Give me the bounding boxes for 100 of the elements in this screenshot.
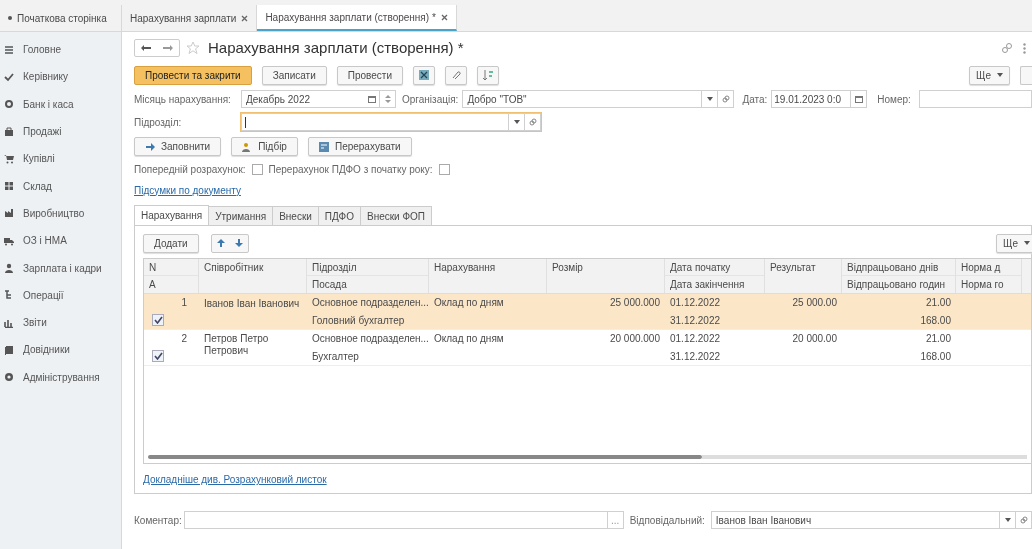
comment-field[interactable] xyxy=(183,511,608,529)
number-field[interactable] xyxy=(918,90,1032,108)
action-button[interactable]: Заповнити xyxy=(134,137,222,156)
caret-icon xyxy=(997,73,1003,77)
sidebar-item[interactable]: Головне xyxy=(0,36,121,64)
checkbox-label: Перерахунок ПДФО з початку року: xyxy=(268,163,433,177)
dot-icon xyxy=(8,16,12,20)
table-cell-text: 20 000.000 xyxy=(609,332,660,346)
date-field[interactable]: 19.01.2023 0:0 xyxy=(771,90,852,108)
up-arrow-icon xyxy=(216,239,225,247)
checkbox-label: Попередній розрахунок: xyxy=(134,163,246,177)
add-button[interactable]: Додати xyxy=(143,233,199,253)
tab[interactable]: Внески ФОП xyxy=(359,206,433,226)
column-header: A xyxy=(148,278,157,292)
column-header: Розмір xyxy=(551,261,584,275)
grid-icon xyxy=(4,181,14,192)
people-icon xyxy=(242,141,253,152)
table-cell-text: Петров Петро Петрович xyxy=(204,332,270,357)
star-icon xyxy=(186,41,200,55)
forward-arrow-icon xyxy=(163,45,173,51)
sidebar-item[interactable]: Довідники xyxy=(0,336,121,364)
tree-icon xyxy=(4,290,14,301)
totals-link[interactable]: Підсумки по документу xyxy=(134,182,241,198)
sidebar-item[interactable]: Купівлі xyxy=(0,145,121,173)
table-cell-text: 25 000.00 xyxy=(792,296,837,310)
table-cell-text: 1 xyxy=(181,296,187,310)
calendar-button[interactable] xyxy=(851,90,868,108)
table-cell-text: Бухгалтер xyxy=(312,350,359,364)
close-icon xyxy=(241,14,249,22)
sidebar-item[interactable]: Керівнику xyxy=(0,63,121,91)
table-cell-text: 20 000.00 xyxy=(792,332,837,346)
organization-field[interactable]: Добро "ТОВ" xyxy=(462,90,703,108)
field-label: Організація: xyxy=(402,92,459,107)
column-header: Нарахування xyxy=(433,261,497,275)
column-header: Результат xyxy=(769,261,817,275)
table-cell-text: 168.00 xyxy=(920,314,951,328)
tab[interactable]: Утримання xyxy=(208,206,274,226)
factory-icon xyxy=(4,208,14,219)
cart-icon xyxy=(4,153,14,164)
checkbox[interactable] xyxy=(152,314,164,326)
sidebar-item[interactable]: Зарплата і кадри xyxy=(0,254,121,282)
department-field[interactable] xyxy=(241,113,541,131)
table-cell-text: 31.12.2022 xyxy=(670,314,721,328)
table-cell-text: 168.00 xyxy=(920,350,951,364)
checkbox[interactable] xyxy=(251,164,263,175)
toolbar-button[interactable]: Провести xyxy=(336,65,404,85)
sidebar-item[interactable]: Операції xyxy=(0,281,121,309)
toolbar-icon-button[interactable] xyxy=(413,65,436,85)
table-cell-text: 01.12.2022 xyxy=(670,296,721,310)
spin-button[interactable] xyxy=(380,90,396,108)
close-icon xyxy=(440,13,448,21)
tab[interactable]: Нарахування зарплати (створення) * xyxy=(257,5,457,31)
tab[interactable]: Внески xyxy=(272,206,319,226)
column-header: Відпрацьовано годин xyxy=(846,278,947,292)
sidebar-item[interactable]: Продажі xyxy=(0,117,121,146)
column-header: Норма го xyxy=(960,278,1005,292)
table-cell-text: Головний бухгалтер xyxy=(312,314,405,328)
table-cell-text: 25 000.000 xyxy=(609,296,660,310)
check-icon xyxy=(4,71,14,82)
caret-icon xyxy=(1004,518,1011,522)
bar-chart-icon xyxy=(4,317,14,328)
column-header: Підрозділ xyxy=(307,259,428,276)
details-link[interactable]: Докладніше див. Розрахунковий листок xyxy=(143,474,327,485)
table-cell-text: Оклад по дням xyxy=(434,296,504,310)
responsible-field[interactable]: Іванов Іван Іванович xyxy=(710,511,1001,529)
more-vertical-icon xyxy=(1023,42,1026,54)
scrollbar[interactable] xyxy=(148,453,1027,461)
table-cell-text: 21.00 xyxy=(925,296,951,310)
person-icon xyxy=(4,263,14,273)
table-icon xyxy=(418,69,431,81)
dropdown-button[interactable] xyxy=(1000,511,1017,529)
sort-icon xyxy=(482,69,495,81)
sidebar-item[interactable]: Звіти xyxy=(0,308,121,337)
spin-icon xyxy=(384,95,391,103)
column-header: N xyxy=(144,259,198,276)
table-row[interactable]: 1 Іванов Іван Іванович Основное подразделен... Головний бухгалтер Оклад по дням 25 000.000 01.12.2022 31.12.2022 25 000.00 21.00 168.00 xyxy=(144,294,1031,330)
column-header: Відпрацьовано днів xyxy=(842,259,955,276)
dropdown-button[interactable] xyxy=(702,90,719,108)
column-header: Дата закінчення xyxy=(669,278,746,292)
sidebar-item[interactable]: ОЗ і НМА xyxy=(0,227,121,255)
menu-icon xyxy=(4,44,14,55)
checkbox[interactable] xyxy=(438,164,450,175)
more-button[interactable]: Ще xyxy=(996,233,1032,253)
sidebar-item[interactable]: Склад xyxy=(0,172,121,200)
post-and-close-button[interactable]: Провести та закрити xyxy=(134,65,252,85)
sidebar-item[interactable]: Виробництво xyxy=(0,199,121,228)
more-button[interactable]: Ще xyxy=(969,65,1010,85)
tab[interactable]: ПДФО xyxy=(317,206,361,226)
paperclip-icon xyxy=(450,69,463,81)
toolbar-button[interactable] xyxy=(1020,65,1032,85)
check-icon xyxy=(153,352,163,360)
column-header: Норма д xyxy=(956,259,1021,276)
sidebar-item[interactable]: Адміністрування xyxy=(0,363,121,391)
toolbar-button[interactable]: Записати xyxy=(261,65,327,85)
action-button[interactable]: Перерахувати xyxy=(307,137,412,156)
back-arrow-icon xyxy=(141,45,151,51)
column-header: Співробітник xyxy=(203,261,265,275)
action-button[interactable]: Підбір xyxy=(231,137,298,156)
sidebar-item[interactable]: Банк і каса xyxy=(0,90,121,118)
checkbox[interactable] xyxy=(152,350,164,362)
